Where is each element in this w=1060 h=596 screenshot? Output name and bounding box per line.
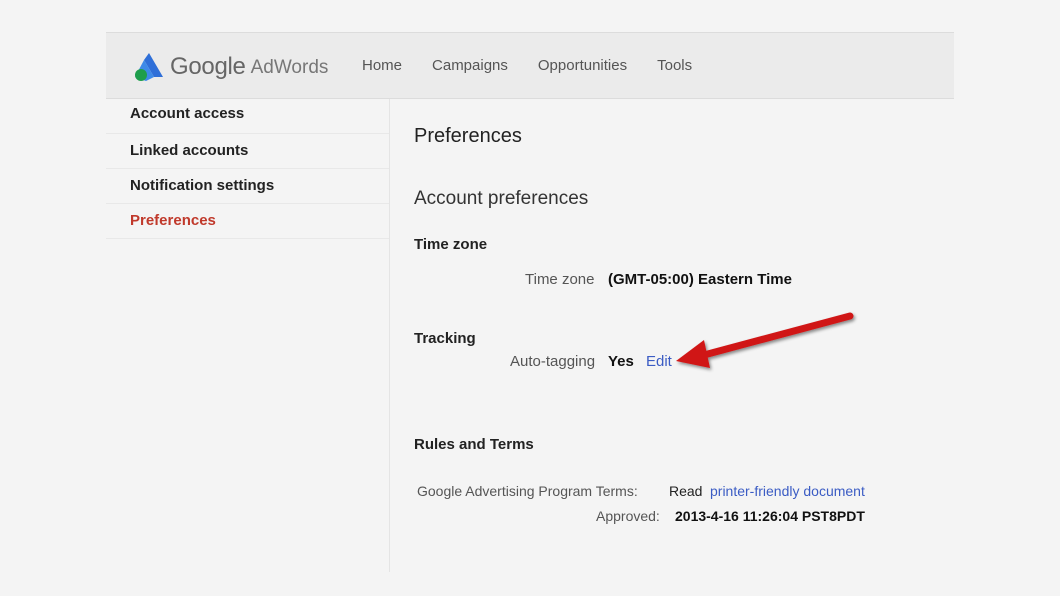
auto-tagging-edit-link[interactable]: Edit — [646, 353, 672, 370]
logo-google-text: Google — [170, 53, 246, 80]
nav-opportunities[interactable]: Opportunities — [538, 57, 627, 74]
app-frame: Google AdWords Home Campaigns Opportunit… — [106, 32, 954, 572]
rules-heading: Rules and Terms — [414, 436, 534, 453]
nav-campaigns[interactable]: Campaigns — [432, 57, 508, 74]
tracking-heading: Tracking — [414, 330, 476, 347]
adwords-logo[interactable]: Google AdWords — [134, 51, 328, 83]
auto-tagging-value: Yes — [608, 353, 634, 370]
timezone-heading: Time zone — [414, 236, 488, 253]
logo-adwords-text: AdWords — [250, 57, 329, 78]
printer-friendly-document-link[interactable]: printer-friendly document — [710, 483, 865, 499]
timezone-value: (GMT-05:00) Eastern Time — [608, 271, 792, 288]
nav-tools[interactable]: Tools — [657, 57, 692, 74]
terms-read-text: Read — [669, 483, 703, 499]
top-bar: Google AdWords Home Campaigns Opportunit… — [106, 32, 954, 99]
page-title: Preferences — [414, 125, 522, 147]
sidebar-item-linked-accounts[interactable]: Linked accounts — [106, 134, 389, 169]
sidebar-item-account-access[interactable]: Account access — [106, 99, 389, 134]
red-arrow-icon — [676, 312, 854, 368]
nav-home[interactable]: Home — [362, 57, 402, 74]
main-nav: Home Campaigns Opportunities Tools — [362, 57, 722, 74]
approved-value: 2013-4-16 11:26:04 PST8PDT — [675, 508, 865, 524]
adwords-logo-icon — [135, 53, 163, 81]
sidebar-item-notification-settings[interactable]: Notification settings — [106, 169, 389, 204]
approved-label: Approved: — [596, 508, 660, 524]
sidebar-item-preferences[interactable]: Preferences — [106, 204, 389, 239]
sidebar: Account access Linked accounts Notificat… — [106, 99, 390, 572]
section-title: Account preferences — [414, 188, 589, 209]
terms-label: Google Advertising Program Terms: — [417, 483, 638, 499]
auto-tagging-label: Auto-tagging — [510, 353, 596, 370]
timezone-label: Time zone — [525, 271, 595, 288]
